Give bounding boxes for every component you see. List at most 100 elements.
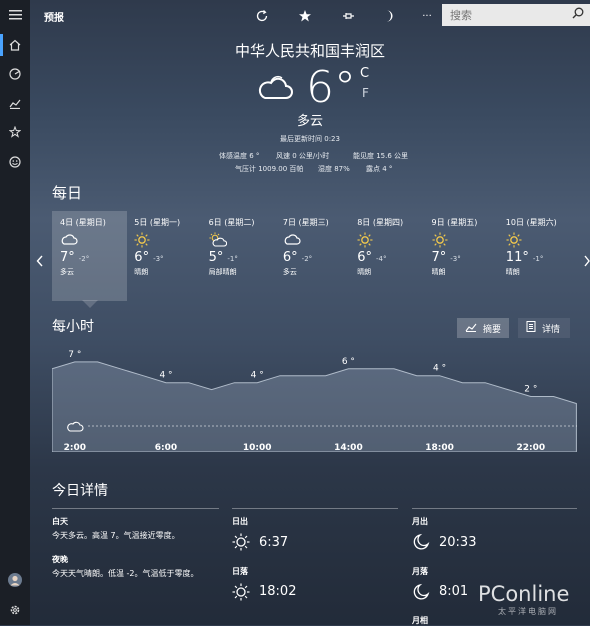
day-name: 10日 (星期六) [505,218,557,227]
divider [412,508,577,509]
visibility: 能见度 15.6 公里 [353,152,409,160]
day-low: -3° [450,255,461,263]
sunset-icon [232,583,250,605]
daily-forecast-day[interactable]: 6日 (星期二) 5° -1° 局部晴朗 [209,217,283,277]
current-temperature: 6° [306,62,356,113]
details-button[interactable]: 详情 [518,318,570,338]
hour-axis-label: 10:00 [243,443,272,452]
unit-celsius-toggle[interactable]: C [360,66,369,81]
search-input[interactable] [442,4,568,27]
day-description: 今天多云。高温 7。气温接近零度。 [52,531,180,540]
pin-icon[interactable] [337,6,359,26]
hamburger-menu-icon[interactable] [0,1,30,29]
day-high: 7° [60,250,75,265]
today-details-title: 今日详情 [52,483,108,499]
day-condition: 多云 [282,268,297,276]
dew-point: 露点 4 ° [366,165,393,173]
star-icon[interactable] [294,6,316,26]
hourly-temp-label: 4 ° [433,364,446,374]
day-condition: 局部晴朗 [208,268,237,276]
location-name: 中华人民共和国丰润区 [234,42,385,60]
day-low: -1° [532,255,544,263]
day-name: 9日 (星期五) [431,218,478,227]
line-chart-icon [465,322,477,335]
hourly-temp-label: 2 ° [524,385,537,395]
moon-icon[interactable] [377,6,399,26]
smiley-icon[interactable] [0,148,30,176]
refresh-icon[interactable] [251,6,273,26]
hourly-title: 每小时 [52,319,94,335]
wind-speed: 风速 0 公里/小时 [276,152,330,160]
daily-forecast-day[interactable]: 10日 (星期六) 11° -1° 晴朗 [506,217,580,277]
favorites-icon[interactable] [0,118,30,146]
top-bar: 预报 ··· [30,0,590,32]
day-low: -3° [153,255,164,263]
day-low: -1° [227,255,238,263]
sunny-icon [432,232,506,250]
day-condition: 晴朗 [431,268,446,276]
details-label: 详情 [542,324,561,335]
home-icon[interactable] [0,31,30,59]
sunny-icon [506,232,580,250]
radar-icon[interactable] [0,60,30,88]
unit-fahrenheit-toggle[interactable]: F [362,86,369,100]
settings-icon[interactable] [0,596,30,624]
sunrise-time: 6:37 [259,535,289,550]
day-name: 4日 (星期日) [60,218,106,227]
hour-axis-label: 22:00 [516,443,545,452]
cloudy-icon [283,232,357,250]
chevron-left-icon[interactable] [36,255,44,270]
sidebar [0,0,30,625]
summary-button[interactable]: 摘要 [457,318,509,338]
daily-forecast-day[interactable]: 5日 (星期一) 6° -3° 晴朗 [134,217,208,277]
divider [52,508,219,509]
hourly-temperature-chart: 7 ° 4 ° 4 ° 6 ° 4 ° 2 ° 2:00 6:00 10:00 14:00 18:… [52,350,577,452]
current-condition: 多云 [296,114,323,129]
temperature-area [52,361,577,452]
sunset-label: 日落 [232,567,248,576]
document-icon [526,321,536,335]
sunset-time: 18:02 [259,584,297,599]
sunny-icon [357,232,431,250]
day-low: -2° [301,255,313,263]
daily-forecast-day[interactable]: 9日 (星期五) 7° -3° 晴朗 [432,217,506,277]
day-high: 5° [208,250,224,265]
watermark-subtitle: 太平洋电脑网 [498,607,558,616]
hour-axis-label: 2:00 [64,443,86,452]
divider [232,508,398,509]
day-high: 7° [431,250,447,265]
moon-phase-label: 月相 [412,616,428,625]
selected-day-pointer [82,300,98,308]
hourly-temp-label: 4 ° [251,371,264,381]
moonrise-icon [412,533,430,555]
avatar[interactable] [0,566,30,594]
cloudy-icon [256,72,294,106]
daily-forecast-day[interactable]: 4日 (星期日) 7° -2° 多云 [60,217,134,277]
hour-axis-label: 6:00 [155,443,177,452]
night-label: 夜晚 [52,555,68,564]
search-box[interactable] [442,4,590,27]
hour-axis-label: 18:00 [425,443,454,452]
day-high: 6° [282,250,298,265]
daily-forecast-day[interactable]: 8日 (星期四) 6° -4° 晴朗 [357,217,431,277]
day-condition: 晴朗 [505,268,520,276]
daily-title: 每日 [52,184,83,202]
day-name: 8日 (星期四) [357,218,404,227]
chart-icon[interactable] [0,89,30,117]
daily-forecast-day[interactable]: 7日 (星期三) 6° -2° 多云 [283,217,357,277]
day-condition: 晴朗 [357,268,372,276]
day-label: 白天 [52,517,68,526]
summary-label: 摘要 [483,324,502,335]
cloudy-icon [60,232,134,250]
sunrise-icon [232,533,250,555]
day-high: 11° [505,250,529,265]
day-condition: 多云 [60,268,74,276]
more-options-button[interactable]: ··· [416,6,438,26]
day-high: 6° [134,250,150,265]
search-icon[interactable] [572,7,584,22]
day-name: 6日 (星期二) [208,218,255,227]
feels-like: 体感温度 6 ° [219,152,260,160]
moonset-icon [412,583,430,605]
chevron-right-icon[interactable] [584,255,590,270]
last-updated: 最后更新时间 0:23 [280,135,340,143]
